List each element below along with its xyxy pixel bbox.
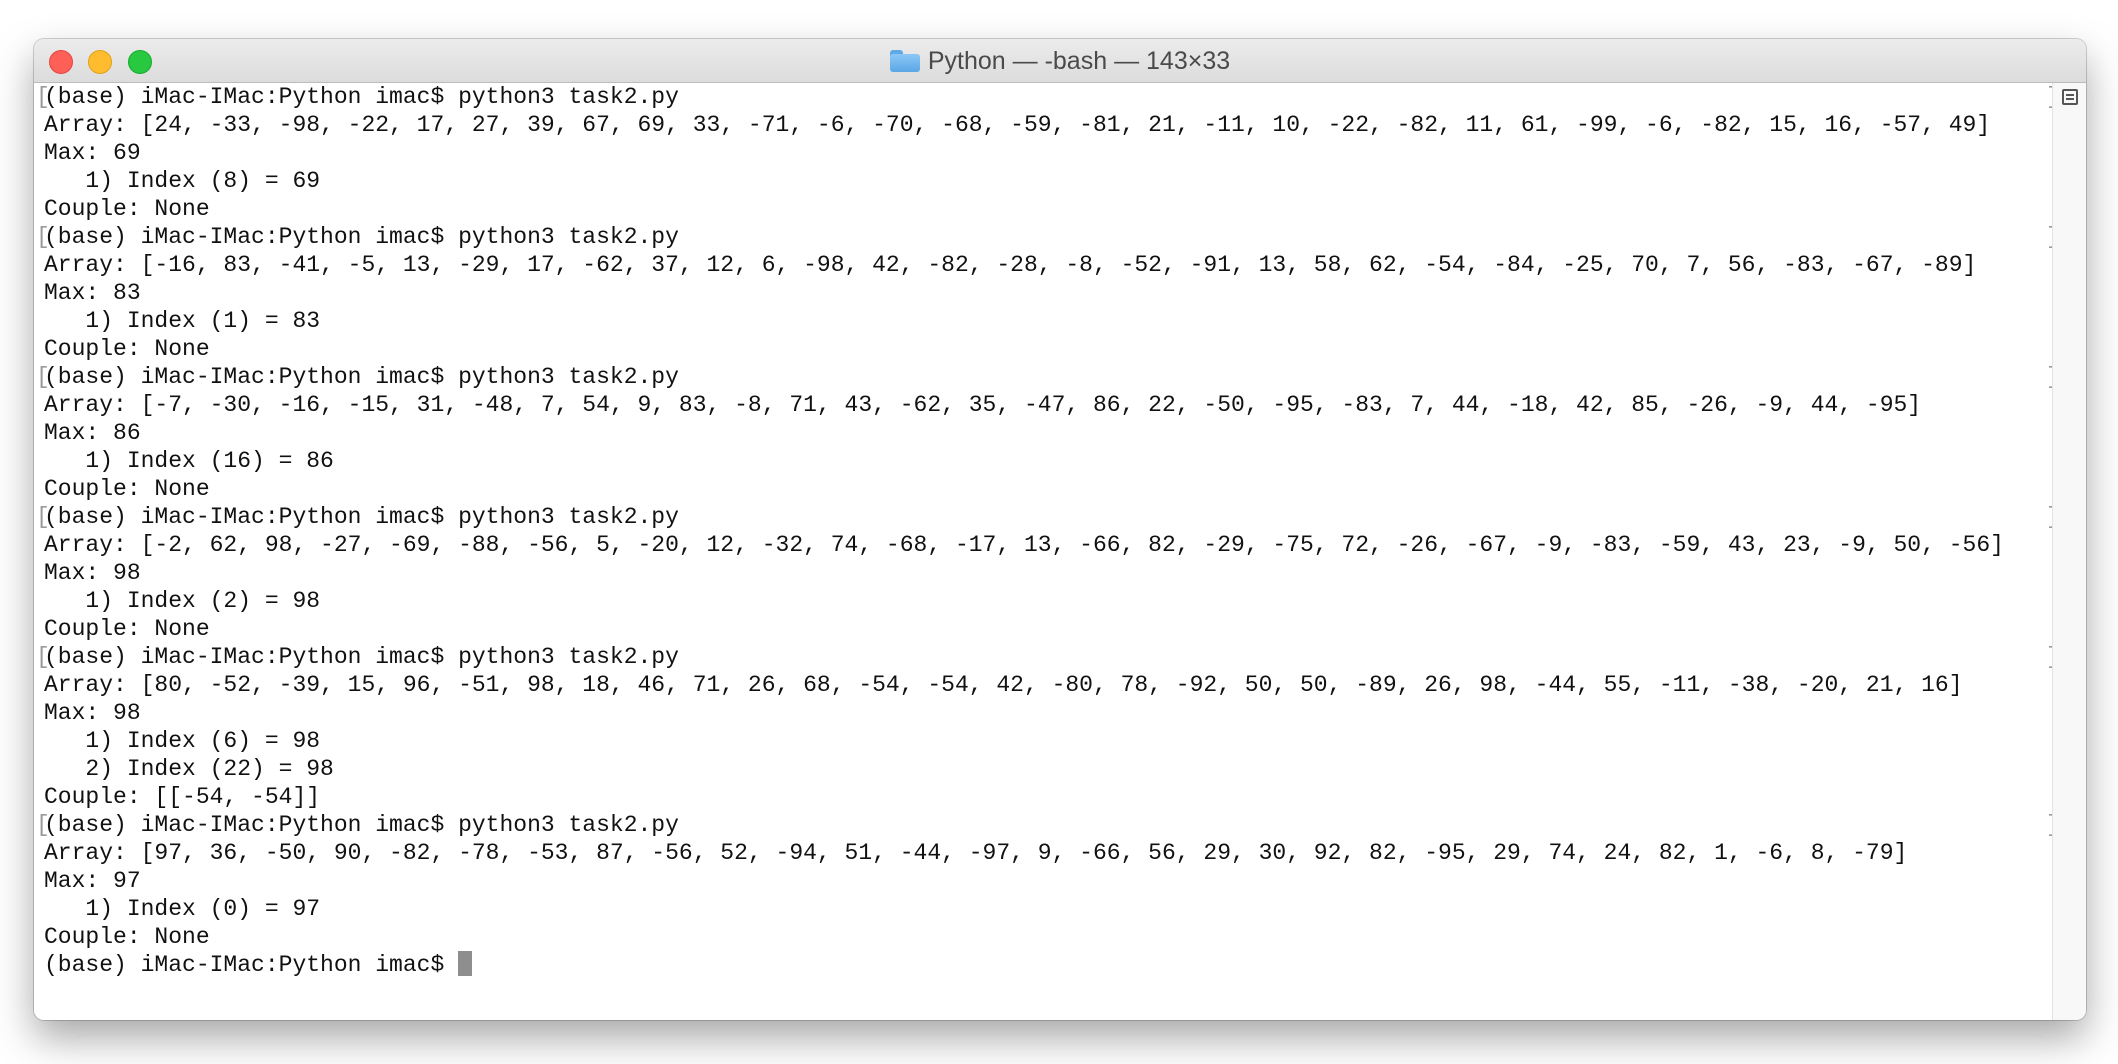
line-text: Array: [-7, -30, -16, -15, 31, -48, 7, 5… — [44, 392, 1922, 418]
line-text: Max: 98 — [44, 700, 141, 726]
line-text: 1) Index (6) = 98 — [44, 728, 321, 754]
mark-bracket-left: [ — [36, 364, 50, 390]
line-text: (base) iMac-IMac:Python imac$ python3 ta… — [44, 364, 679, 390]
line-text: Couple: None — [44, 924, 210, 950]
output-line: Couple: None — [44, 615, 2052, 643]
mark-bracket-left: [ — [36, 84, 50, 110]
line-text: 1) Index (8) = 69 — [44, 168, 321, 194]
terminal-window: Python — -bash — 143×33 [](base) iMac-IM… — [34, 39, 2086, 1020]
line-text: 2) Index (22) = 98 — [44, 756, 334, 782]
mark-bracket-left: [ — [36, 812, 50, 838]
line-text: Max: 97 — [44, 868, 141, 894]
output-line: Couple: None — [44, 335, 2052, 363]
output-line: Max: 83 — [44, 279, 2052, 307]
output-line: 1) Index (6) = 98 — [44, 727, 2052, 755]
output-line: Max: 97 — [44, 867, 2052, 895]
line-text: Couple: None — [44, 196, 210, 222]
line-text: Couple: None — [44, 476, 210, 502]
command-line: [](base) iMac-IMac:Python imac$ python3 … — [36, 811, 2060, 839]
line-text: 1) Index (1) = 83 — [44, 308, 321, 334]
mark-bracket-left: [ — [36, 504, 50, 530]
line-text: Max: 83 — [44, 280, 141, 306]
line-text: Max: 69 — [44, 140, 141, 166]
window-title-area: Python — -bash — 143×33 — [34, 39, 2086, 83]
line-text: Array: [-16, 83, -41, -5, 13, -29, 17, -… — [44, 252, 1977, 278]
output-line: Couple: None — [44, 195, 2052, 223]
prompt-text: (base) iMac-IMac:Python imac$ — [44, 952, 459, 978]
output-line: Array: [97, 36, -50, 90, -82, -78, -53, … — [44, 839, 2052, 867]
output-line: Max: 86 — [44, 419, 2052, 447]
output-line: 1) Index (16) = 86 — [44, 447, 2052, 475]
window-title: Python — -bash — 143×33 — [927, 46, 1231, 75]
line-text: (base) iMac-IMac:Python imac$ python3 ta… — [44, 644, 679, 670]
output-line: Couple: None — [44, 475, 2052, 503]
line-text: 1) Index (0) = 97 — [44, 896, 321, 922]
marks-list-icon[interactable] — [2062, 89, 2078, 105]
mark-bracket-left: [ — [36, 224, 50, 250]
output-line: Array: [-7, -30, -16, -15, 31, -48, 7, 5… — [44, 391, 2052, 419]
output-line: Array: [24, -33, -98, -22, 17, 27, 39, 6… — [44, 111, 2052, 139]
output-line: 2) Index (22) = 98 — [44, 755, 2052, 783]
output-line: Array: [-16, 83, -41, -5, 13, -29, 17, -… — [44, 251, 2052, 279]
scrollbar[interactable] — [2052, 83, 2086, 1020]
output-line: Max: 98 — [44, 699, 2052, 727]
line-text: Couple: None — [44, 336, 210, 362]
line-text: Array: [-2, 62, 98, -27, -69, -88, -56, … — [44, 532, 2004, 558]
folder-icon — [889, 50, 920, 72]
output-line: 1) Index (8) = 69 — [44, 167, 2052, 195]
line-text: Array: [24, -33, -98, -22, 17, 27, 39, 6… — [44, 112, 1991, 138]
terminal-output[interactable]: [](base) iMac-IMac:Python imac$ python3 … — [34, 83, 2060, 1020]
output-line: Max: 98 — [44, 559, 2052, 587]
output-line: Couple: [[-54, -54]] — [44, 783, 2052, 811]
line-text: Array: [80, -52, -39, 15, 96, -51, 98, 1… — [44, 672, 1963, 698]
command-line: [](base) iMac-IMac:Python imac$ python3 … — [36, 363, 2060, 391]
command-line: [](base) iMac-IMac:Python imac$ python3 … — [36, 643, 2060, 671]
mark-bracket-left: [ — [36, 644, 50, 670]
output-line: Max: 69 — [44, 139, 2052, 167]
line-text: 1) Index (2) = 98 — [44, 588, 321, 614]
output-line: Array: [80, -52, -39, 15, 96, -51, 98, 1… — [44, 671, 2052, 699]
command-line: [](base) iMac-IMac:Python imac$ python3 … — [36, 83, 2060, 111]
output-line: 1) Index (2) = 98 — [44, 587, 2052, 615]
command-line: [](base) iMac-IMac:Python imac$ python3 … — [36, 223, 2060, 251]
output-line: Couple: None — [44, 923, 2052, 951]
line-text: (base) iMac-IMac:Python imac$ python3 ta… — [44, 224, 679, 250]
line-text: 1) Index (16) = 86 — [44, 448, 334, 474]
command-line: [](base) iMac-IMac:Python imac$ python3 … — [36, 503, 2060, 531]
line-text: (base) iMac-IMac:Python imac$ python3 ta… — [44, 812, 679, 838]
output-line: Array: [-2, 62, 98, -27, -69, -88, -56, … — [44, 531, 2052, 559]
output-line: 1) Index (0) = 97 — [44, 895, 2052, 923]
line-text: Max: 98 — [44, 560, 141, 586]
line-text: (base) iMac-IMac:Python imac$ python3 ta… — [44, 84, 679, 110]
line-text: (base) iMac-IMac:Python imac$ python3 ta… — [44, 504, 679, 530]
line-text: Couple: None — [44, 616, 210, 642]
output-line: 1) Index (1) = 83 — [44, 307, 2052, 335]
title-bar[interactable]: Python — -bash — 143×33 — [34, 39, 2086, 83]
line-text: Max: 86 — [44, 420, 141, 446]
line-text: Array: [97, 36, -50, 90, -82, -78, -53, … — [44, 840, 1908, 866]
line-text: Couple: [[-54, -54]] — [44, 784, 321, 810]
cursor — [458, 951, 473, 976]
active-prompt-line[interactable]: (base) iMac-IMac:Python imac$ — [44, 951, 2052, 979]
